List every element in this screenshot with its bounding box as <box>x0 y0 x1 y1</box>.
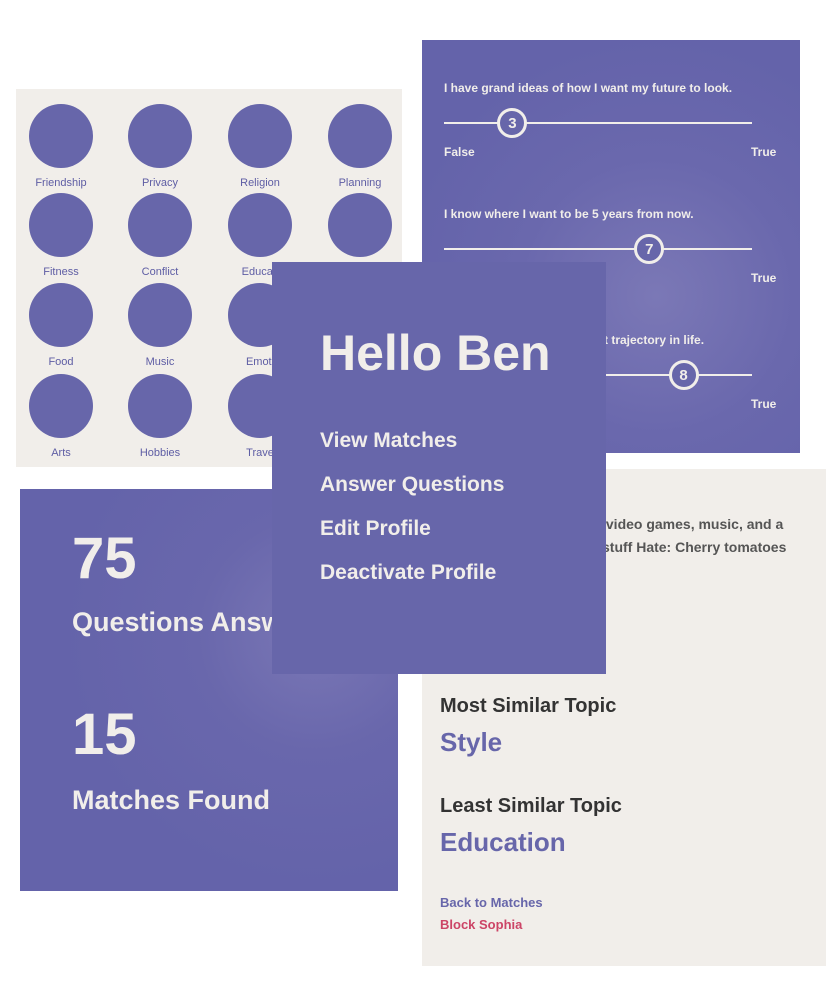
back-to-matches-link[interactable]: Back to Matches <box>440 895 543 910</box>
slider-question: t trajectory in life. <box>604 333 705 347</box>
topic-circle <box>228 193 292 257</box>
topic-circle <box>29 104 93 168</box>
topic-label: Privacy <box>141 177 179 189</box>
greeting-title: Hello Ben <box>320 325 551 381</box>
most-similar-heading: Most Similar Topic <box>440 695 617 717</box>
profile-bio-line: stuff Hate: Cherry tomatoes <box>602 539 787 555</box>
topic-label: Music <box>145 356 175 368</box>
topic-circle <box>128 193 192 257</box>
block-user-link[interactable]: Block Sophia <box>440 917 522 932</box>
slider-question: I know where I want to be 5 years from n… <box>444 207 694 221</box>
topic-arts[interactable]: Arts <box>16 374 111 459</box>
topic-circle <box>29 283 93 347</box>
topic-music[interactable]: Music <box>110 283 210 368</box>
topic-privacy[interactable]: Privacy <box>110 104 210 189</box>
topic-label: Friendship <box>35 177 87 189</box>
topic-circle <box>128 374 192 438</box>
slider-true-label: True <box>751 145 777 159</box>
topic-circle <box>128 283 192 347</box>
slider-track[interactable] <box>444 248 752 250</box>
topic-label: Religion <box>240 177 280 189</box>
slider-track[interactable] <box>444 122 752 124</box>
topic-circle <box>29 374 93 438</box>
slider-true-label: True <box>751 397 777 411</box>
topic-label: Conflict <box>141 266 179 278</box>
topic-label: Fitness <box>43 266 79 278</box>
topic-food[interactable]: Food <box>16 283 111 368</box>
most-similar-value: Style <box>440 727 503 757</box>
profile-bio-line: /video games, music, and a <box>602 516 784 532</box>
edit-profile-link[interactable]: Edit Profile <box>320 517 431 541</box>
slider-handle[interactable]: 3 <box>497 108 528 138</box>
answer-questions-link[interactable]: Answer Questions <box>320 473 504 497</box>
slider-false-label: False <box>444 145 475 159</box>
topic-planning[interactable]: Planning <box>310 104 402 189</box>
topic-circle <box>328 193 392 257</box>
view-matches-link[interactable]: View Matches <box>320 429 457 453</box>
topic-label: Arts <box>51 447 71 459</box>
least-similar-value: Education <box>440 827 566 857</box>
topic-conflict[interactable]: Conflict <box>110 193 210 278</box>
questions-answered-count: 75 <box>72 526 137 591</box>
questions-answered-label: Questions Answ <box>72 607 283 637</box>
matches-found-count: 15 <box>72 702 137 767</box>
topic-fitness[interactable]: Fitness <box>16 193 111 278</box>
topic-religion[interactable]: Religion <box>210 104 310 189</box>
topic-circle <box>328 104 392 168</box>
main-menu-card: Hello Ben View Matches Answer Questions … <box>272 262 606 674</box>
slider-true-label: True <box>751 271 777 285</box>
matches-found-label: Matches Found <box>72 785 271 815</box>
topic-item[interactable] <box>310 193 402 257</box>
topic-circle <box>228 104 292 168</box>
least-similar-heading: Least Similar Topic <box>440 795 622 817</box>
slider-handle[interactable]: 8 <box>668 360 699 390</box>
slider-handle[interactable]: 7 <box>634 234 665 264</box>
topic-hobbies[interactable]: Hobbies <box>110 374 210 459</box>
topic-label: Planning <box>338 177 382 189</box>
topic-circle <box>29 193 93 257</box>
topic-friendship[interactable]: Friendship <box>16 104 111 189</box>
topic-label: Food <box>48 356 74 368</box>
topic-label: Hobbies <box>139 447 181 459</box>
topic-circle <box>128 104 192 168</box>
deactivate-profile-link[interactable]: Deactivate Profile <box>320 561 496 585</box>
slider-question: I have grand ideas of how I want my futu… <box>444 81 733 95</box>
